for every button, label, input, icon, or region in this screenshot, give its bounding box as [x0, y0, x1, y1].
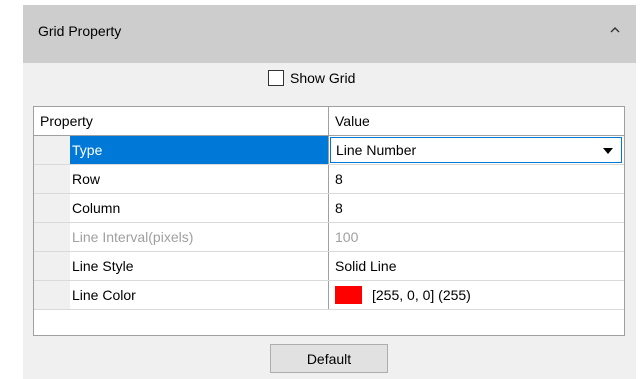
color-swatch[interactable]: [335, 285, 362, 304]
column-divider: [328, 136, 329, 164]
type-dropdown[interactable]: Line Number: [330, 137, 622, 163]
property-value[interactable]: 8: [329, 194, 624, 222]
show-grid-label: Show Grid: [290, 70, 356, 86]
grid-property-panel: Grid Property Show Grid Property Value T…: [23, 5, 636, 379]
dropdown-value: Line Number: [336, 142, 417, 158]
panel-title: Grid Property: [38, 23, 122, 39]
row-indent: [34, 194, 70, 222]
panel-header[interactable]: Grid Property: [23, 5, 636, 63]
row-indent: [34, 223, 70, 251]
row-indent: [34, 165, 70, 193]
property-value[interactable]: 8: [329, 165, 624, 193]
property-row-line-color[interactable]: Line Color [255, 0, 0] (255): [34, 281, 624, 310]
checkbox-box[interactable]: [268, 70, 284, 86]
column-header-property[interactable]: Property: [34, 107, 292, 135]
property-value-color[interactable]: [255, 0, 0] (255): [329, 281, 624, 309]
column-header-value[interactable]: Value: [329, 107, 624, 135]
property-name[interactable]: Line Style: [70, 252, 328, 280]
property-name: Line Interval(pixels): [72, 229, 194, 245]
property-name[interactable]: Column: [70, 194, 328, 222]
row-indent: [34, 281, 70, 309]
property-name[interactable]: Line Color: [70, 281, 328, 309]
row-indent: [34, 252, 70, 280]
property-name[interactable]: Type: [70, 136, 328, 164]
property-value: 100: [335, 229, 359, 245]
property-row-line-style[interactable]: Line Style Solid Line: [34, 252, 624, 281]
grid-header-row: Property Value: [34, 107, 624, 136]
property-value[interactable]: Solid Line: [329, 252, 624, 280]
dropdown-arrow-icon[interactable]: [603, 148, 613, 154]
property-grid: Property Value Type Line Number Row 8 Co…: [33, 106, 625, 336]
row-indent: [34, 136, 70, 164]
property-row-type[interactable]: Type Line Number: [34, 136, 624, 165]
show-grid-checkbox[interactable]: Show Grid: [268, 67, 355, 89]
property-name[interactable]: Row: [70, 165, 328, 193]
property-row-row[interactable]: Row 8: [34, 165, 624, 194]
chevron-up-icon[interactable]: [608, 23, 622, 37]
color-value-text: [255, 0, 0] (255): [372, 287, 471, 303]
property-row-line-interval: Line Interval(pixels) 100: [34, 223, 624, 252]
property-row-column[interactable]: Column 8: [34, 194, 624, 223]
default-button[interactable]: Default: [270, 344, 388, 373]
